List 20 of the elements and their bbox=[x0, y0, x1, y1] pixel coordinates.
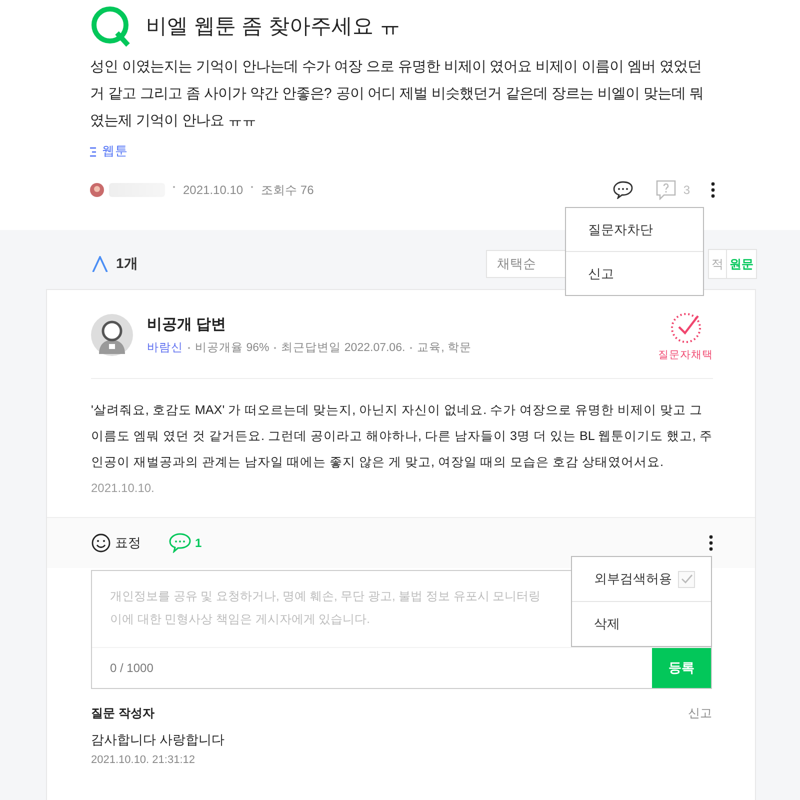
answer-meta: 교육, 학문 bbox=[417, 341, 472, 355]
question-date: 2021.10.10 bbox=[183, 183, 244, 197]
answer-count: 1개 bbox=[116, 255, 138, 273]
answer-meta: 비공개율 96% bbox=[195, 341, 270, 355]
answer-body: '살려줘요, 호감도 MAX' 가 떠오르는데 맞는지, 아닌지 자신이 없네요. 수가 여장으로 유명한 비제이 맞고 그 이름도 엠뭐 였던 것 같거든요. 그런데 공이라고 해야하나, 다른 남자들이 3명 더 있는 BL 웹툰이기도 했고, 주인공이 재벌공과의 관계는 남자일 때에는 좋지 않은 게 맞고, 여장일 때의 모습은 호감 상태였어서요. bbox=[91, 378, 713, 475]
comment-count: 1 bbox=[195, 536, 202, 550]
question-count: 3 bbox=[683, 183, 690, 197]
view-count: 조회수 76 bbox=[261, 182, 314, 198]
question-title: 비엘 웹툰 좀 찾아주세요 ㅠ bbox=[146, 14, 400, 40]
answer-meta: 최근답변일 2022.07.06. bbox=[281, 341, 406, 355]
menu-item-label: 외부검색허용 bbox=[594, 570, 672, 588]
comment-time: 2021.10.10. 21:31:12 bbox=[91, 754, 196, 766]
menu-item-label: 삭제 bbox=[594, 615, 620, 633]
comment-author: 질문 작성자 bbox=[91, 705, 154, 722]
char-counter: 0 / 1000 bbox=[109, 661, 154, 675]
answer-date: 2021.10.10. bbox=[91, 481, 156, 495]
question-body: 성인 이였는지는 기억이 안나는데 수가 여장 으로 유명한 비제이 였어요 비제이 이름이 엠버 였었던거 같고 그리고 좀 사이가 약간 안좋은? 공이 어디 제벌 비슷했던거 같은데 장르는 비엘이 맞는데 뭐였는제 기억이 안나요 ㅠㅠ bbox=[90, 58, 705, 131]
comment-text: 감사합니다 사랑합니다 bbox=[91, 731, 226, 749]
answer-title: 비공개 답변 bbox=[147, 315, 228, 334]
selected-label: 질문자채택 bbox=[658, 348, 713, 362]
